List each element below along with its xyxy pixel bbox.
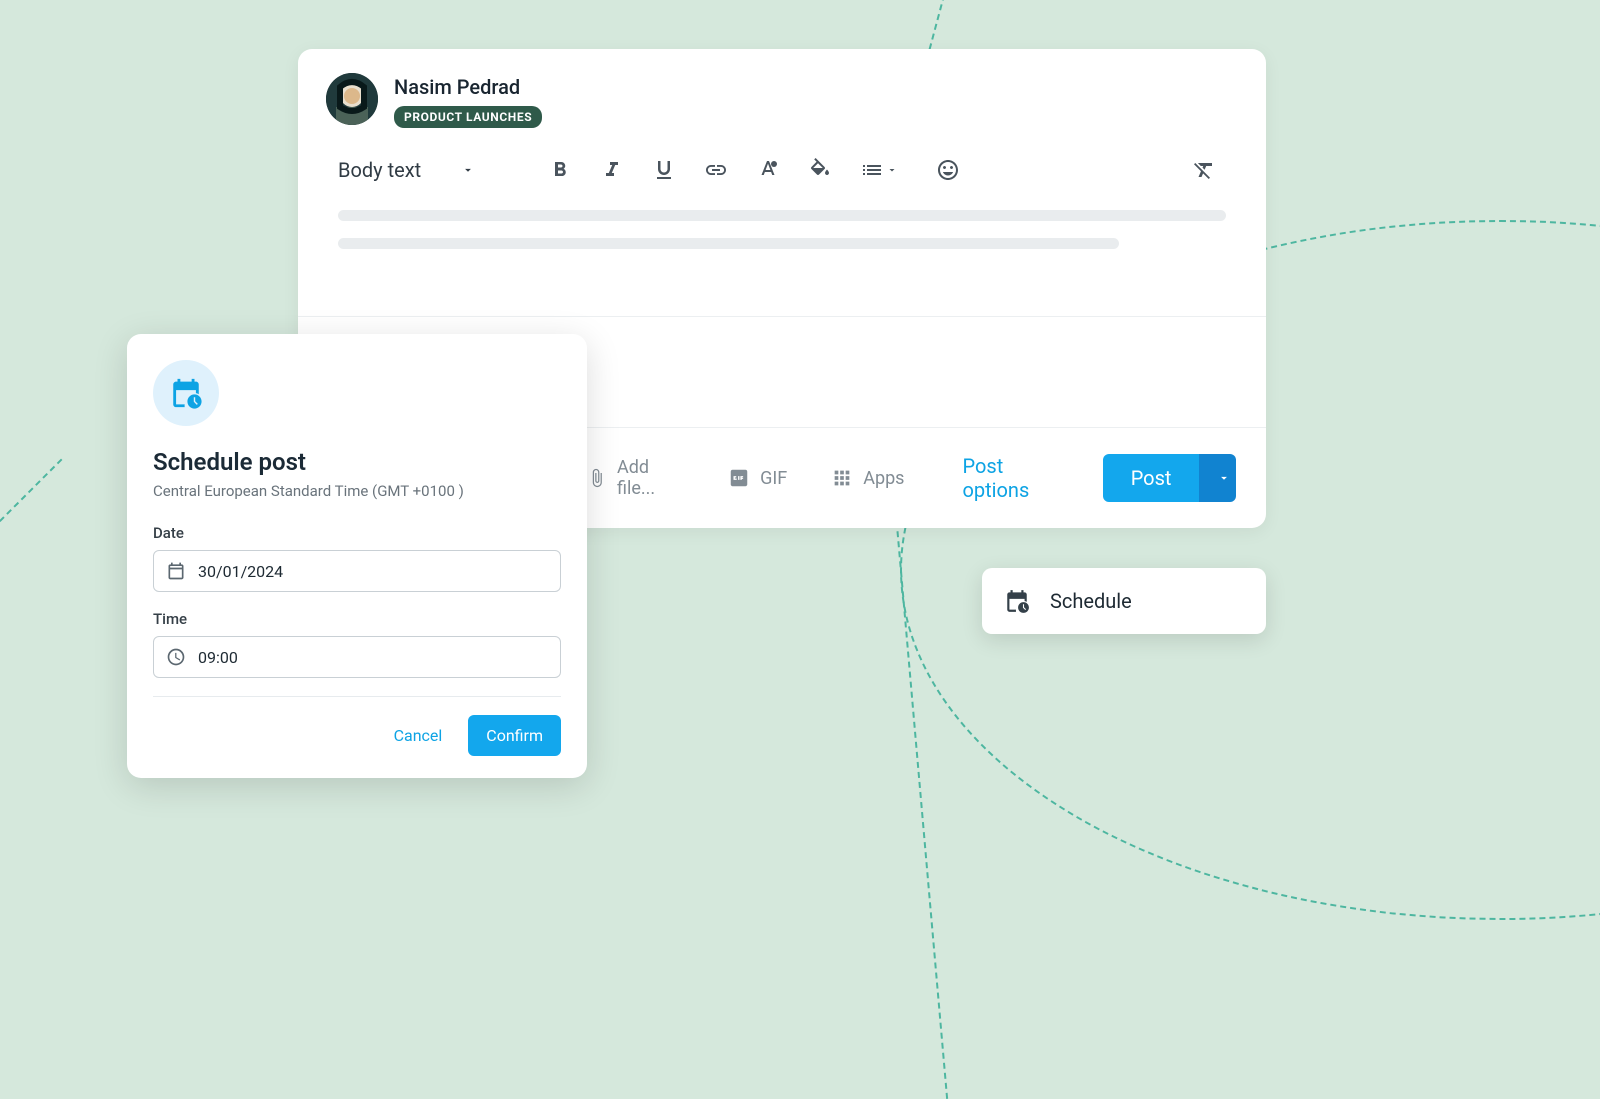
fill-color-icon[interactable] bbox=[808, 158, 832, 182]
post-options-link[interactable]: Post options bbox=[962, 454, 1064, 502]
decorative-line bbox=[0, 459, 62, 602]
text-color-icon[interactable] bbox=[756, 158, 780, 182]
italic-icon[interactable] bbox=[600, 158, 624, 182]
apps-label: Apps bbox=[863, 468, 904, 489]
user-name: Nasim Pedrad bbox=[394, 75, 542, 99]
modal-actions: Cancel Confirm bbox=[153, 715, 561, 756]
link-icon[interactable] bbox=[704, 158, 728, 182]
date-value: 30/01/2024 bbox=[198, 562, 283, 581]
modal-icon bbox=[153, 360, 219, 426]
text-style-select[interactable]: Body text bbox=[338, 158, 475, 182]
apps-grid-icon bbox=[831, 467, 853, 489]
calendar-clock-icon bbox=[1004, 588, 1030, 614]
modal-subtitle: Central European Standard Time (GMT +010… bbox=[153, 482, 561, 500]
modal-title: Schedule post bbox=[153, 448, 561, 476]
caret-down-icon bbox=[886, 164, 898, 176]
editor-content[interactable] bbox=[298, 200, 1266, 316]
gif-button[interactable]: GIF bbox=[728, 467, 787, 489]
post-dropdown-toggle[interactable] bbox=[1199, 454, 1236, 502]
calendar-clock-icon bbox=[169, 376, 203, 410]
clock-icon bbox=[166, 647, 186, 667]
schedule-post-modal: Schedule post Central European Standard … bbox=[127, 334, 587, 778]
gif-label: GIF bbox=[760, 468, 787, 489]
list-style-select[interactable] bbox=[860, 158, 898, 182]
post-button-group: Post bbox=[1103, 454, 1236, 502]
clear-formatting-icon[interactable] bbox=[1192, 158, 1216, 182]
underline-icon[interactable] bbox=[652, 158, 676, 182]
text-style-label: Body text bbox=[338, 158, 421, 182]
time-label: Time bbox=[153, 610, 561, 628]
divider bbox=[153, 696, 561, 697]
placeholder-line bbox=[338, 238, 1119, 249]
cancel-button[interactable]: Cancel bbox=[388, 716, 449, 755]
time-input[interactable]: 09:00 bbox=[153, 636, 561, 678]
category-tag[interactable]: PRODUCT LAUNCHES bbox=[394, 106, 542, 128]
gif-icon bbox=[728, 467, 750, 489]
list-icon bbox=[860, 158, 884, 182]
placeholder-line bbox=[338, 210, 1226, 221]
caret-down-icon bbox=[1217, 471, 1231, 485]
caret-down-icon bbox=[461, 163, 475, 177]
confirm-button[interactable]: Confirm bbox=[468, 715, 561, 756]
avatar[interactable] bbox=[326, 73, 378, 125]
emoji-icon[interactable] bbox=[936, 158, 960, 182]
post-button[interactable]: Post bbox=[1103, 454, 1200, 502]
schedule-label: Schedule bbox=[1050, 589, 1132, 613]
schedule-menu-item[interactable]: Schedule bbox=[982, 568, 1266, 634]
date-label: Date bbox=[153, 524, 561, 542]
add-file-label: Add file... bbox=[617, 457, 684, 499]
composer-header: Nasim Pedrad PRODUCT LAUNCHES bbox=[298, 49, 1266, 138]
date-input[interactable]: 30/01/2024 bbox=[153, 550, 561, 592]
time-value: 09:00 bbox=[198, 648, 238, 667]
apps-button[interactable]: Apps bbox=[831, 467, 904, 489]
add-file-button[interactable]: Add file... bbox=[587, 457, 684, 499]
bold-icon[interactable] bbox=[548, 158, 572, 182]
editor-toolbar: Body text bbox=[298, 138, 1266, 200]
calendar-icon bbox=[166, 561, 186, 581]
paperclip-icon bbox=[587, 467, 607, 489]
